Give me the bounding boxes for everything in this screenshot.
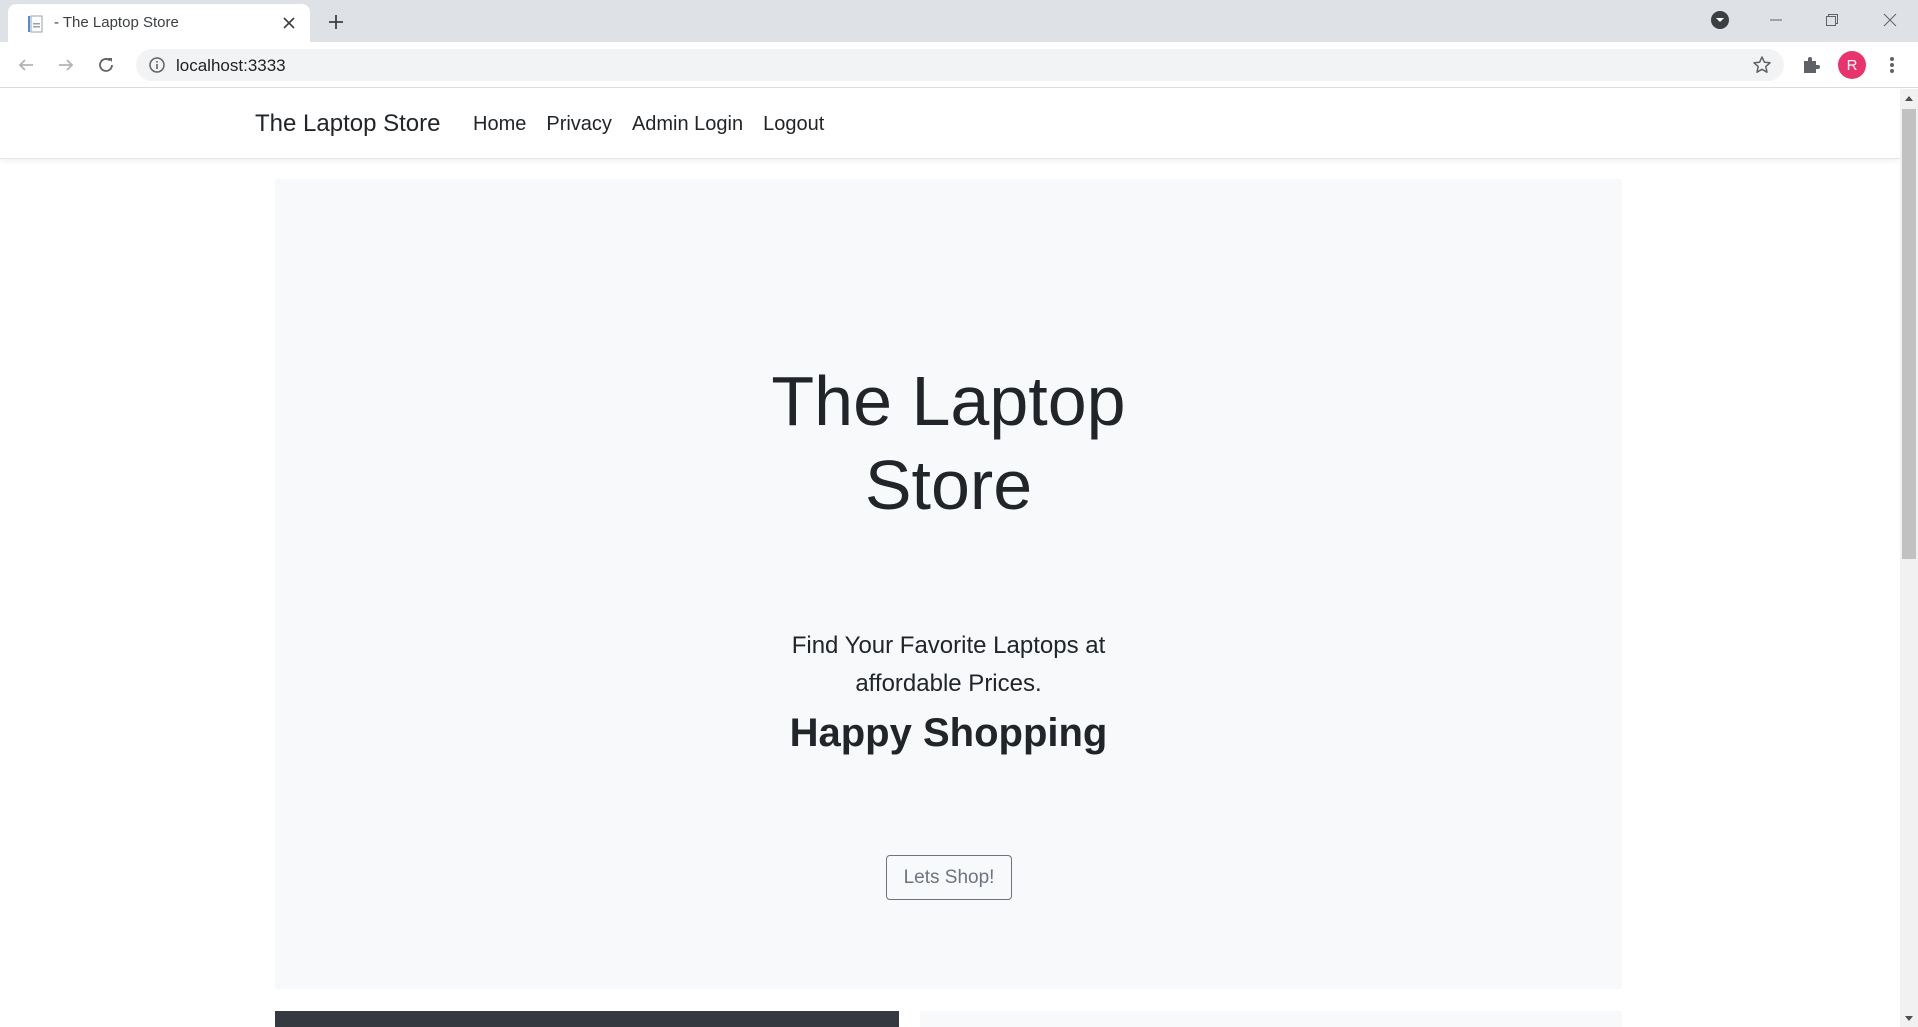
hero-lead-line-1: Find Your Favorite Laptops at	[791, 632, 1106, 659]
close-tab-icon[interactable]	[278, 12, 300, 34]
scroll-down-arrow-icon[interactable]	[1900, 1010, 1918, 1027]
extensions-puzzle-icon[interactable]	[1797, 51, 1825, 79]
dark-card-top	[275, 1011, 899, 1027]
nav-link-privacy[interactable]: Privacy	[546, 113, 612, 136]
tab-title: - The Laptop Store	[54, 14, 179, 31]
hero-title-line-1: The Laptop	[771, 362, 1126, 440]
forward-arrow-icon[interactable]	[52, 51, 80, 79]
navbar-brand[interactable]: The Laptop Store	[255, 110, 440, 138]
restore-icon[interactable]	[1818, 8, 1846, 32]
site-navbar: The Laptop Store Home Privacy Admin Logi…	[0, 89, 1900, 159]
hero-title-line-2: Store	[864, 446, 1033, 524]
hero-title: The Laptop Store	[275, 359, 1622, 527]
page-favicon-icon	[26, 15, 44, 33]
reload-icon[interactable]	[92, 51, 120, 79]
browser-toolbar: localhost:3333	[0, 42, 1918, 88]
minimize-icon[interactable]	[1762, 8, 1790, 32]
nav-link-logout[interactable]: Logout	[763, 113, 824, 136]
site-info-icon[interactable]	[148, 56, 166, 74]
light-card-top	[920, 1011, 1622, 1027]
tab-search-icon[interactable]	[1706, 8, 1734, 32]
nav-link-admin-login[interactable]: Admin Login	[632, 113, 743, 136]
address-url[interactable]: localhost:3333	[176, 56, 286, 76]
hero-jumbotron: The Laptop Store Find Your Favorite Lapt…	[275, 179, 1622, 989]
back-arrow-icon[interactable]	[12, 51, 40, 79]
hero-lead: Find Your Favorite Laptops at affordable…	[275, 627, 1622, 703]
browser-tab[interactable]: - The Laptop Store	[8, 4, 310, 42]
browser-tabstrip: - The Laptop Store	[0, 0, 1918, 42]
nav-link-home[interactable]: Home	[473, 113, 526, 136]
scrollbar-thumb[interactable]	[1902, 109, 1916, 559]
new-tab-icon[interactable]	[324, 10, 348, 34]
hero-subtitle: Happy Shopping	[789, 711, 1108, 755]
profile-avatar[interactable]: R	[1838, 51, 1866, 79]
bookmark-star-icon[interactable]	[1752, 55, 1772, 75]
address-bar[interactable]: localhost:3333	[136, 49, 1784, 81]
hero-lead-line-2: affordable Prices.	[855, 670, 1042, 697]
close-window-icon[interactable]	[1876, 8, 1904, 32]
scroll-up-arrow-icon[interactable]	[1900, 89, 1918, 106]
browser-menu-icon[interactable]	[1878, 51, 1906, 79]
page-viewport: The Laptop Store Home Privacy Admin Logi…	[0, 89, 1900, 1027]
lets-shop-button[interactable]: Lets Shop!	[886, 855, 1012, 900]
navbar-links: Home Privacy Admin Login Logout	[473, 113, 824, 136]
page-scrollbar[interactable]	[1900, 89, 1918, 1027]
